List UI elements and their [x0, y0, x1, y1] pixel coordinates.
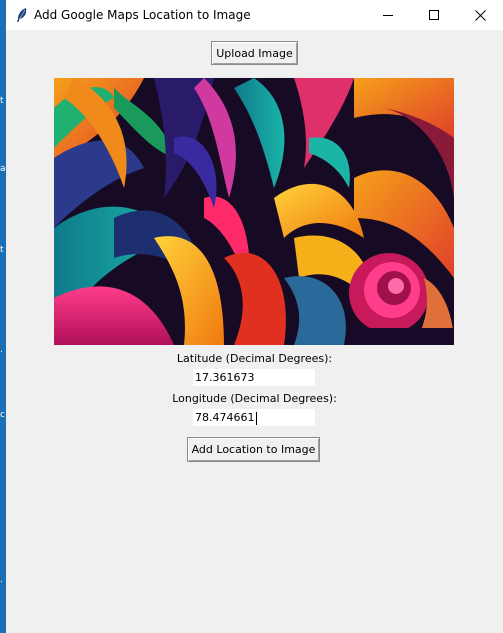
latitude-field[interactable]: 17.361673 [192, 368, 316, 387]
window-client-area: Upload Image Latitude (Decimal Degrees):… [6, 30, 503, 633]
window-title: Add Google Maps Location to Image [34, 8, 251, 22]
longitude-field[interactable]: 78.474661 [192, 408, 316, 427]
maximize-button[interactable] [411, 0, 457, 30]
background-glyph: . [0, 345, 3, 355]
background-glyph: a [0, 164, 6, 174]
maximize-icon [429, 10, 439, 20]
upload-image-button[interactable]: Upload Image [211, 41, 298, 65]
background-glyph: t [0, 245, 4, 255]
abstract-swirl-image [54, 78, 454, 345]
text-caret [255, 411, 257, 425]
background-glyph: . [0, 575, 3, 585]
feather-icon [15, 7, 29, 23]
add-location-button[interactable]: Add Location to Image [187, 437, 320, 462]
close-button[interactable] [457, 0, 503, 30]
longitude-value: 78.474661 [195, 411, 255, 424]
minimize-icon [383, 15, 393, 16]
latitude-label: Latitude (Decimal Degrees): [176, 352, 333, 365]
longitude-label: Longitude (Decimal Degrees): [172, 392, 337, 405]
title-bar[interactable]: Add Google Maps Location to Image [6, 0, 503, 30]
minimize-button[interactable] [365, 0, 411, 30]
background-glyph: t [0, 96, 4, 106]
background-glyph: c [0, 410, 5, 420]
close-icon [474, 9, 486, 21]
latitude-value: 17.361673 [195, 371, 255, 384]
image-preview [54, 78, 454, 345]
